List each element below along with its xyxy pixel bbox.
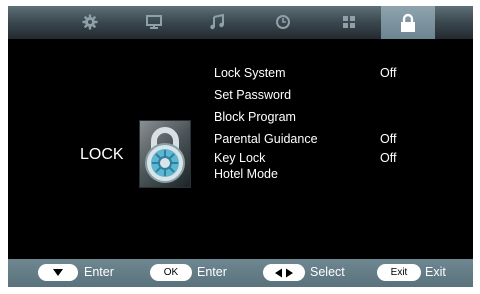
menu-tab-bar [8, 6, 473, 39]
button-hint-bar: Enter OK Enter Select Exit Exit [8, 259, 473, 287]
down-key-hint [38, 264, 78, 281]
menu-item-lock-system[interactable]: Lock System [214, 66, 286, 80]
parental-guidance-value: Off [380, 132, 397, 146]
key-lock-value: Off [380, 151, 397, 165]
lock-system-value: Off [380, 66, 397, 80]
page-title: LOCK [80, 146, 124, 163]
hint-enter-label: Enter [84, 265, 114, 279]
hint-ok-enter-label: Enter [197, 265, 227, 279]
tv-osd-screen: LOCK Lock System Off Set Password Block … [8, 6, 473, 287]
padlock-emblem-icon [139, 120, 191, 188]
hint-exit-label: Exit [425, 265, 446, 279]
down-arrow-icon [53, 269, 63, 276]
tab-picture[interactable] [143, 11, 165, 33]
menu-item-hotel-mode[interactable]: Hotel Mode [214, 167, 278, 181]
menu-item-parental-guidance[interactable]: Parental Guidance [214, 132, 318, 146]
gear-icon [82, 14, 98, 30]
monitor-icon [146, 15, 162, 29]
left-right-arrows-icon [275, 268, 293, 277]
lock-icon [401, 13, 415, 32]
tab-options[interactable] [338, 11, 360, 33]
music-note-icon [210, 14, 224, 30]
menu-item-set-password[interactable]: Set Password [214, 88, 291, 102]
hint-select-label: Select [310, 265, 345, 279]
left-right-key-hint [263, 264, 305, 281]
tab-lock[interactable] [381, 6, 435, 39]
tab-settings[interactable] [79, 11, 101, 33]
tab-sound[interactable] [206, 11, 228, 33]
ok-key-hint: OK [150, 264, 192, 281]
menu-item-block-program[interactable]: Block Program [214, 110, 296, 124]
exit-key-hint: Exit [377, 264, 421, 281]
grid-icon [343, 16, 355, 28]
menu-item-key-lock[interactable]: Key Lock [214, 151, 265, 165]
clock-icon [276, 15, 290, 29]
tab-time[interactable] [272, 11, 294, 33]
